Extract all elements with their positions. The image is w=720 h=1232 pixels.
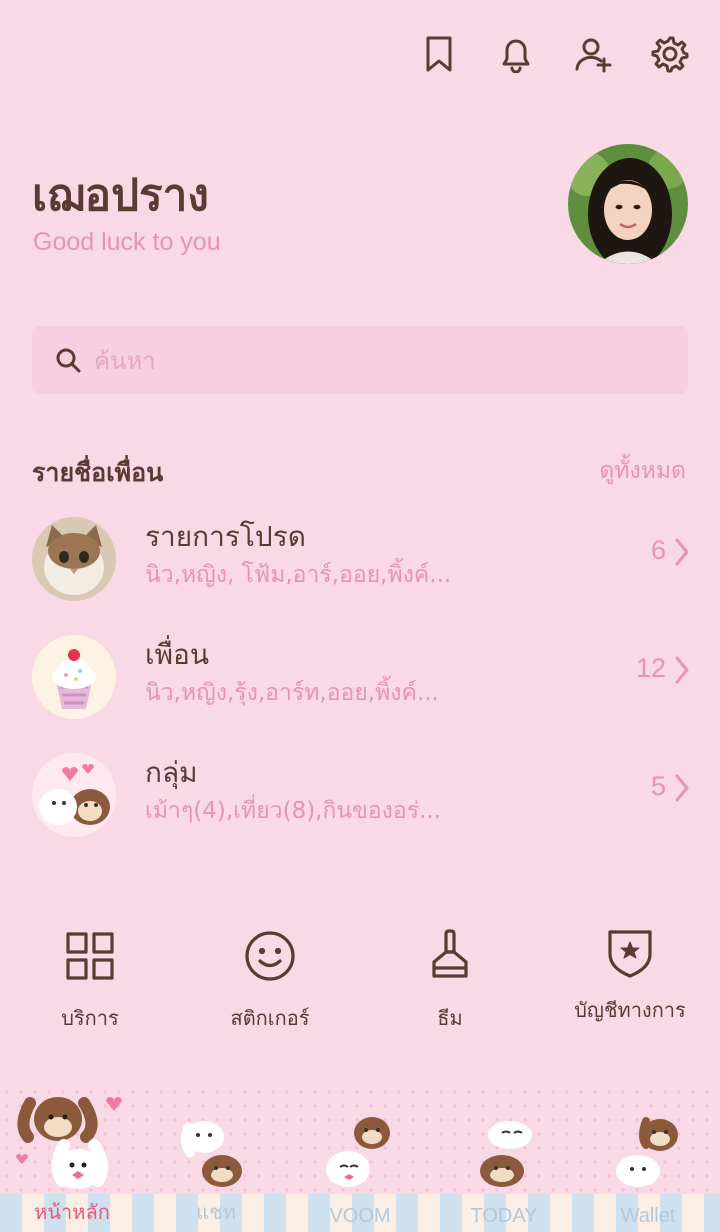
list-item-count: 5 [650,771,666,801]
add-friend-icon[interactable] [573,30,613,78]
profile-name[interactable]: เฌอปราง [32,160,209,230]
list-item-favorites[interactable]: รายการโปรด นิว,หญิง, โฟ้ม,อาร์,ออย,พิ้งค… [0,505,720,615]
brush-icon [432,929,468,978]
search-bar[interactable]: ค้นหา [32,326,688,394]
chevron-right-icon [674,537,690,567]
shortcut-label: ธีม [437,1006,463,1030]
tab-voom[interactable]: VOOM [288,1205,432,1228]
shortcut-label: สติกเกอร์ [230,1006,310,1030]
top-toolbar [419,30,690,78]
list-item-count: 12 [635,653,666,683]
friends-section-title: รายชื่อเพื่อน [32,458,164,487]
list-item-subtitle: เม้าๆ(4),เที่ยว(8),กินของอร่... [145,798,442,824]
favorites-thumbnail [32,517,116,601]
list-item-subtitle: นิว,หญิง, โฟ้ม,อาร์,ออย,พิ้งค์... [145,562,452,588]
list-item-subtitle: นิว,หญิง,รุ้ง,อาร์ท,ออย,พิ้งค์... [145,680,439,706]
grid-icon [66,932,114,980]
tab-wallet[interactable]: Wallet [576,1205,720,1228]
tab-today[interactable]: TODAY [432,1205,576,1228]
shortcut-row: บริการ สติกเกอร์ ธีม บัญชีทางการ [0,920,720,1040]
shortcut-theme[interactable]: ธีม [370,928,530,1034]
list-item-title: เพื่อน [145,638,209,671]
shortcut-official-accounts[interactable]: บัญชีทางการ [550,924,710,1026]
shortcut-stickers[interactable]: สติกเกอร์ [190,928,350,1034]
groups-thumbnail [32,753,116,837]
shield-star-icon [608,930,652,978]
bunny-mascot-icon [616,1117,678,1187]
search-icon [56,348,81,373]
see-all-link[interactable]: ดูทั้งหมด [599,453,686,489]
bunny-mascot-icon [326,1117,390,1187]
friends-thumbnail [32,635,116,719]
bottom-tab-bar: หน้าหลัก แชท VOOM TODAY Wallet [0,1085,720,1232]
bell-icon[interactable] [496,30,536,78]
tab-home[interactable]: หน้าหลัก [0,1196,144,1228]
profile-status-message[interactable]: Good luck to you [33,228,221,257]
list-item-count: 6 [650,535,666,565]
bookmark-icon[interactable] [419,30,459,78]
shortcut-label: บัญชีทางการ [574,998,686,1022]
list-item-title: กลุ่ม [145,756,198,789]
search-placeholder: ค้นหา [94,346,156,375]
list-item-groups[interactable]: กลุ่ม เม้าๆ(4),เที่ยว(8),กินของอร่... 5 [0,741,720,851]
shortcut-services[interactable]: บริการ [10,928,170,1034]
list-item-title: รายการโปรด [145,520,306,553]
profile-avatar[interactable] [568,144,688,264]
tab-chats[interactable]: แชท [144,1196,288,1228]
shortcut-label: บริการ [61,1006,119,1030]
bunny-mascot-icon [180,1121,242,1187]
chevron-right-icon [674,773,690,803]
smiley-icon [245,931,295,981]
bunny-mascot-icon [480,1121,532,1187]
bunny-mascot-icon [16,1097,122,1189]
chevron-right-icon [674,655,690,685]
gear-icon[interactable] [650,30,690,78]
list-item-friends[interactable]: เพื่อน นิว,หญิง,รุ้ง,อาร์ท,ออย,พิ้งค์...… [0,623,720,733]
